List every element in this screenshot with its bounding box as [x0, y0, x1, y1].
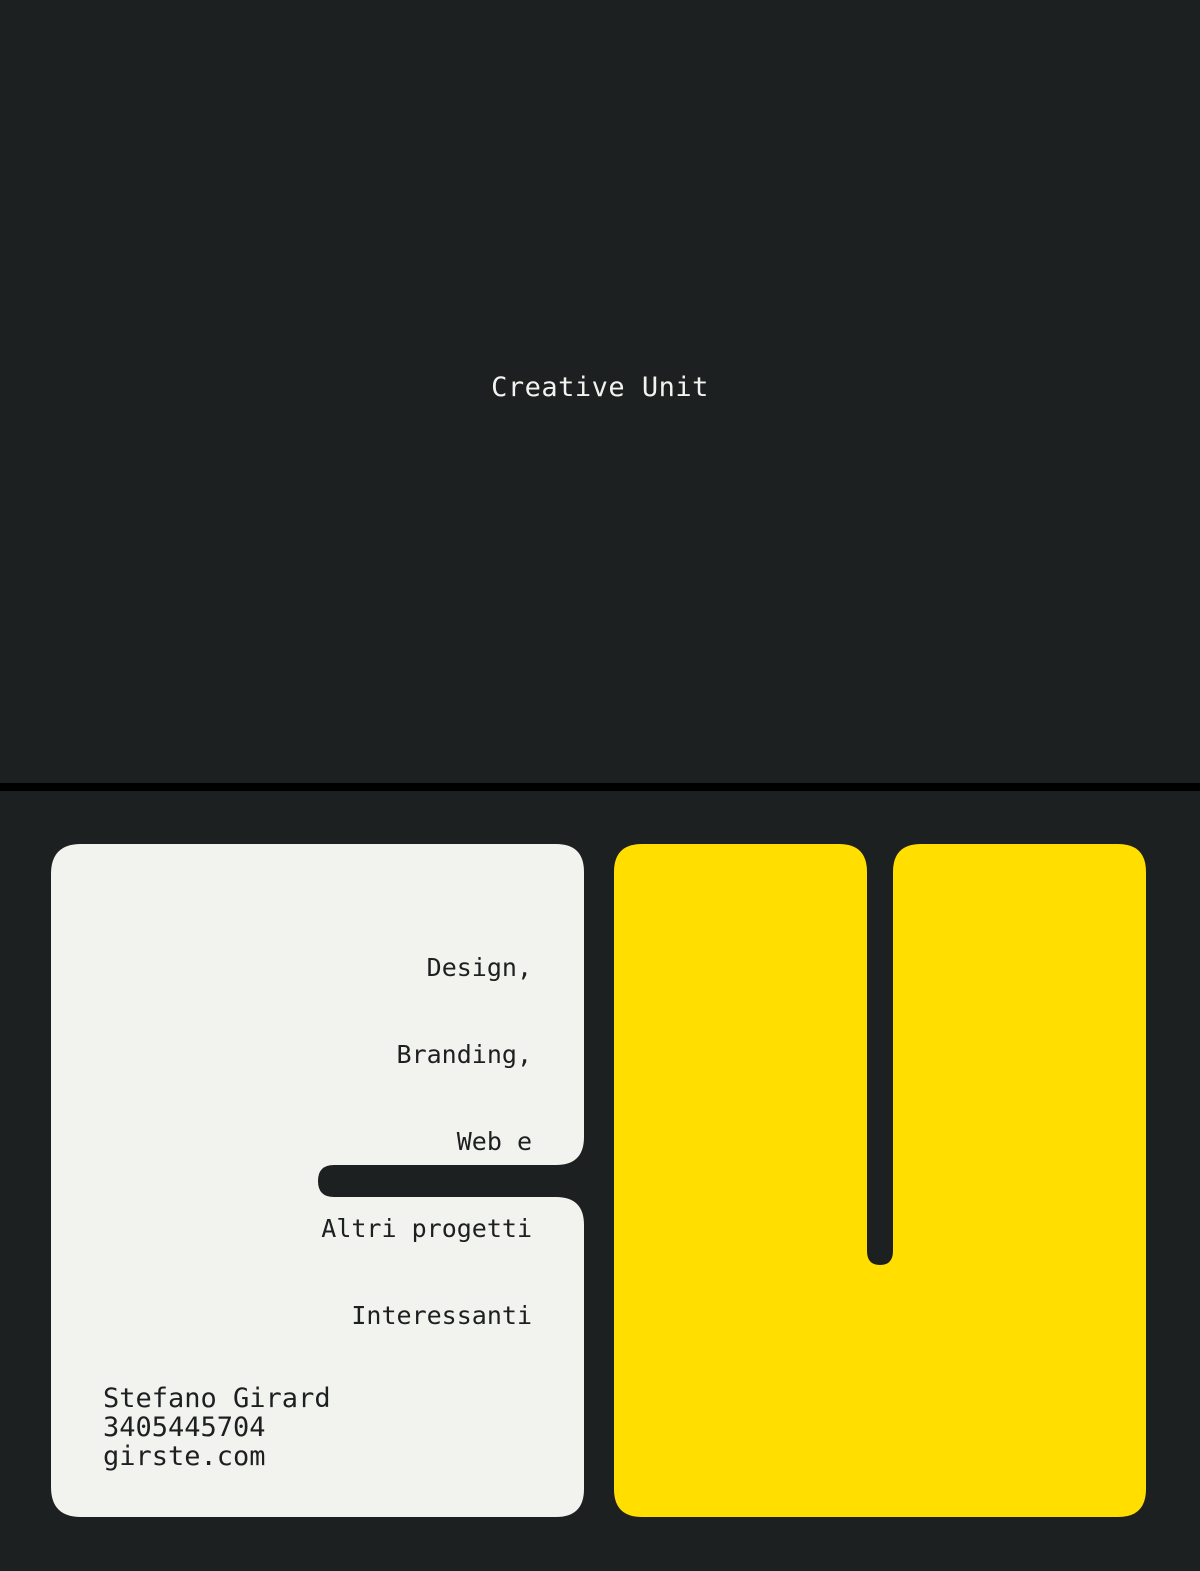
contact-phone: 3405445704 [103, 1412, 266, 1443]
service-item: Branding, [396, 1040, 532, 1069]
letter-u-shape [614, 844, 1146, 1517]
contact-name: Stefano Girard [103, 1383, 331, 1414]
service-item: Altri progetti [321, 1214, 532, 1243]
service-item: Design, [426, 953, 532, 982]
contact-block: Stefano Girard 3405445704 girste.com [103, 1384, 331, 1471]
contact-website: girste.com [103, 1441, 266, 1472]
card-back: Design, Branding, Web e Altri progetti I… [0, 791, 1200, 1571]
service-item: Web e [456, 1127, 532, 1156]
service-item: Interessanti [351, 1301, 532, 1330]
business-card-page: Creative Unit Design, Branding, Web e Al… [0, 0, 1200, 1571]
services-list: Design, Branding, Web e Altri progetti I… [321, 895, 532, 1388]
card-front: Creative Unit [0, 0, 1200, 783]
brand-name: Creative Unit [491, 372, 709, 403]
divider [0, 783, 1200, 791]
